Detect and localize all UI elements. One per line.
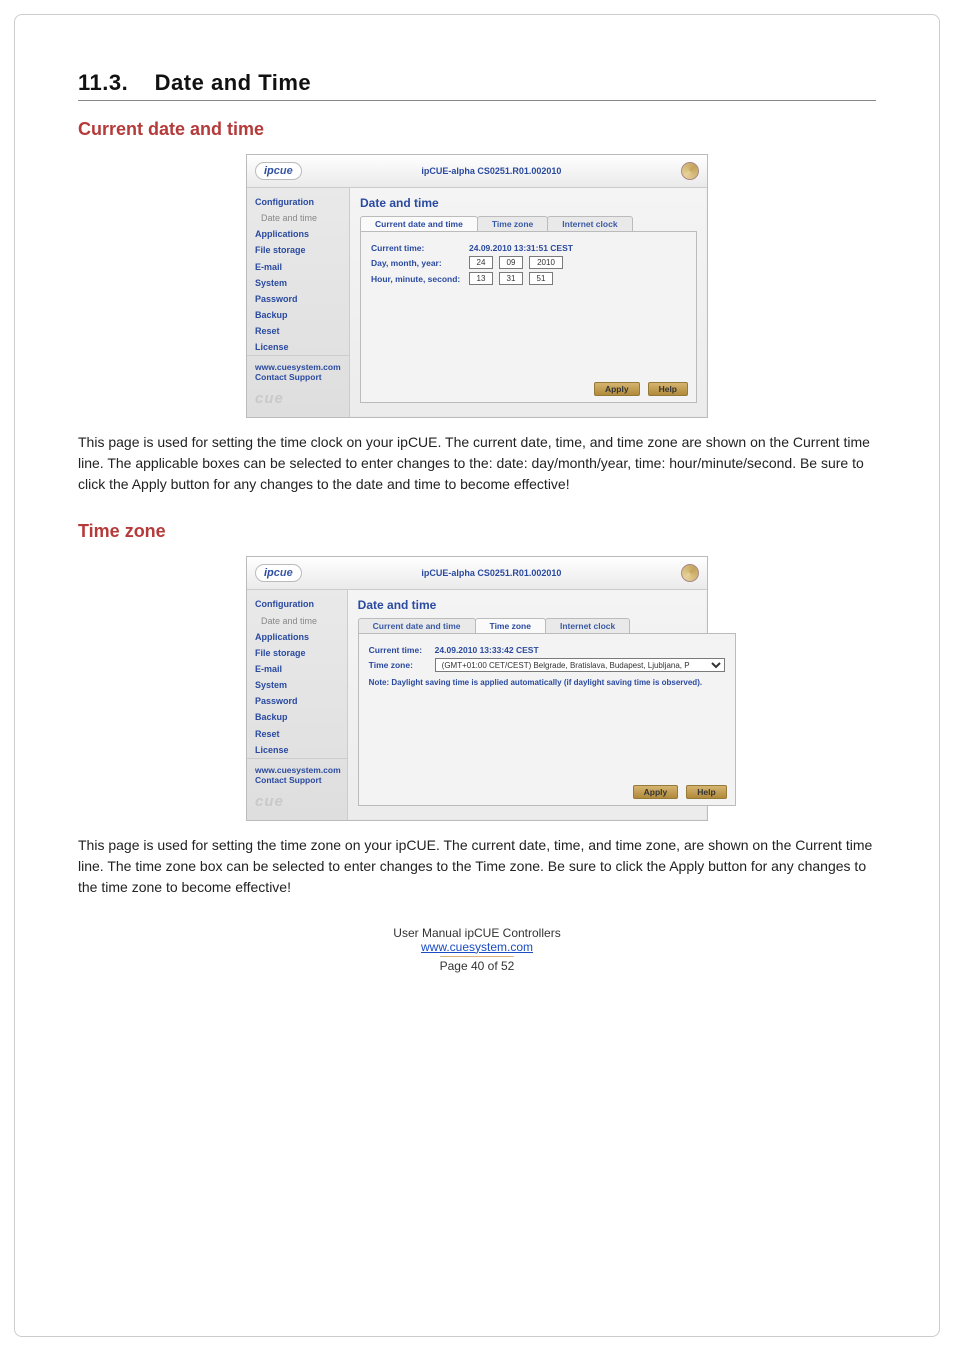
current-time-value-2: 24.09.2010 13:33:42 CEST (435, 645, 539, 655)
sidebar-item-email-2[interactable]: E-mail (247, 661, 347, 677)
help-button-2[interactable]: Help (686, 785, 726, 799)
sidebar-item-configuration[interactable]: Configuration (247, 194, 349, 210)
footer-page-number: Page 40 of 52 (440, 956, 515, 973)
sidebar-item-backup[interactable]: Backup (247, 307, 349, 323)
sidebar-item-applications[interactable]: Applications (247, 226, 349, 242)
paragraph-time-zone: This page is used for setting the time z… (78, 835, 876, 898)
month-input[interactable] (499, 256, 523, 269)
screenshot-header: ipcue ipCUE-alpha CS0251.R01.002010 (247, 155, 707, 188)
sidebar-item-reset[interactable]: Reset (247, 323, 349, 339)
tab-current-date-and-time[interactable]: Current date and time (360, 216, 478, 231)
sidebar-item-system[interactable]: System (247, 275, 349, 291)
footer-link[interactable]: www.cuesystem.com (421, 940, 533, 954)
sidebar-link-support-2[interactable]: Contact Support (255, 775, 341, 785)
panel-title-2: Date and time (358, 598, 736, 612)
time-row-label: Hour, minute, second: (371, 274, 463, 284)
sidebar-item-email[interactable]: E-mail (247, 259, 349, 275)
sidebar-item-password-2[interactable]: Password (247, 693, 347, 709)
cue-brand-logo: cue (255, 390, 343, 407)
tab-internet-clock[interactable]: Internet clock (547, 216, 632, 231)
page-footer: User Manual ipCUE Controllers www.cuesys… (78, 926, 876, 973)
minute-input[interactable] (499, 272, 523, 285)
sidebar: Configuration Date and time Applications… (247, 188, 350, 417)
tab-pane-2: Current time: 24.09.2010 13:33:42 CEST T… (358, 633, 736, 805)
edit-icon-2[interactable] (681, 564, 699, 582)
year-input[interactable] (529, 256, 563, 269)
time-zone-select[interactable]: (GMT+01:00 CET/CEST) Belgrade, Bratislav… (435, 658, 725, 672)
section-heading: 11.3. Date and Time (78, 70, 876, 101)
tab-pane: Current time: 24.09.2010 13:31:51 CEST D… (360, 231, 697, 403)
screenshot-header-2: ipcue ipCUE-alpha CS0251.R01.002010 (247, 557, 707, 590)
date-row-label: Day, month, year: (371, 258, 463, 268)
sidebar-link-site[interactable]: www.cuesystem.com (255, 362, 343, 372)
sidebar-item-configuration-2[interactable]: Configuration (247, 596, 347, 612)
second-input[interactable] (529, 272, 553, 285)
sidebar-item-reset-2[interactable]: Reset (247, 726, 347, 742)
paragraph-current-date-time: This page is used for setting the time c… (78, 432, 876, 495)
edit-icon[interactable] (681, 162, 699, 180)
help-button[interactable]: Help (648, 382, 688, 396)
sidebar-item-license[interactable]: License (247, 339, 349, 355)
apply-button-2[interactable]: Apply (633, 785, 679, 799)
current-time-label-2: Current time: (369, 645, 429, 655)
sidebar-link-site-2[interactable]: www.cuesystem.com (255, 765, 341, 775)
time-zone-label: Time zone: (369, 660, 429, 670)
day-input[interactable] (469, 256, 493, 269)
section-number: 11.3. (78, 70, 128, 95)
footer-title: User Manual ipCUE Controllers (78, 926, 876, 940)
sidebar-link-support[interactable]: Contact Support (255, 372, 343, 382)
screenshot-time-zone: ipcue ipCUE-alpha CS0251.R01.002010 Conf… (246, 556, 708, 820)
tab-time-zone[interactable]: Time zone (477, 216, 548, 231)
tab-current-date-and-time-2[interactable]: Current date and time (358, 618, 476, 633)
daylight-saving-note: Note: Daylight saving time is applied au… (369, 678, 725, 687)
sidebar-item-license-2[interactable]: License (247, 742, 347, 758)
hour-input[interactable] (469, 272, 493, 285)
sidebar-2: Configuration Date and time Applications… (247, 590, 348, 819)
device-id: ipCUE-alpha CS0251.R01.002010 (302, 166, 681, 176)
device-id-2: ipCUE-alpha CS0251.R01.002010 (302, 568, 681, 578)
sidebar-item-date-and-time[interactable]: Date and time (247, 210, 349, 226)
section-title: Date and Time (155, 70, 311, 95)
cue-brand-logo-2: cue (255, 793, 341, 810)
screenshot-current-date-time: ipcue ipCUE-alpha CS0251.R01.002010 Conf… (246, 154, 708, 418)
sidebar-item-date-and-time-2[interactable]: Date and time (247, 613, 347, 629)
subheading-time-zone: Time zone (78, 521, 876, 542)
panel-title: Date and time (360, 196, 697, 210)
tab-internet-clock-2[interactable]: Internet clock (545, 618, 630, 633)
ipcue-logo-2: ipcue (255, 564, 302, 582)
sidebar-item-system-2[interactable]: System (247, 677, 347, 693)
sidebar-item-file-storage[interactable]: File storage (247, 242, 349, 258)
ipcue-logo: ipcue (255, 162, 302, 180)
sidebar-item-backup-2[interactable]: Backup (247, 709, 347, 725)
current-time-value: 24.09.2010 13:31:51 CEST (469, 243, 573, 253)
sidebar-item-password[interactable]: Password (247, 291, 349, 307)
sidebar-item-applications-2[interactable]: Applications (247, 629, 347, 645)
apply-button[interactable]: Apply (594, 382, 640, 396)
subheading-current-date-time: Current date and time (78, 119, 876, 140)
sidebar-item-file-storage-2[interactable]: File storage (247, 645, 347, 661)
current-time-label: Current time: (371, 243, 463, 253)
tab-time-zone-2[interactable]: Time zone (475, 618, 546, 633)
